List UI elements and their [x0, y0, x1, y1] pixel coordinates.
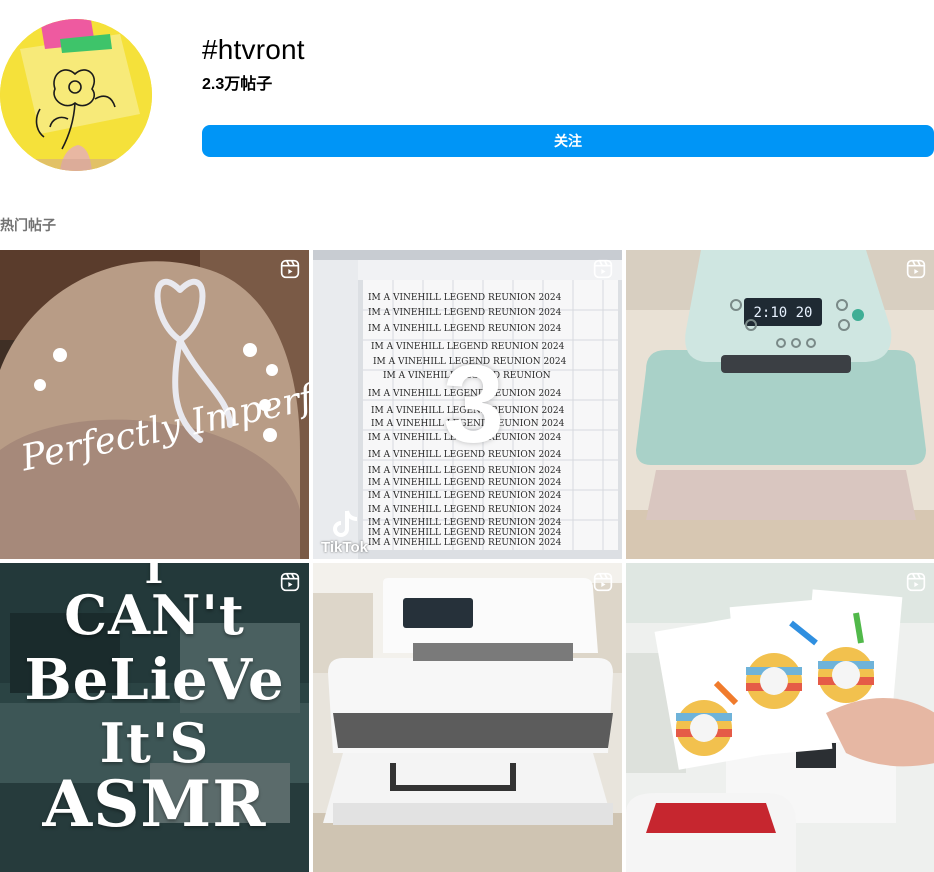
- post-tile[interactable]: [313, 563, 622, 872]
- post-count: 2.3万帖子: [202, 76, 273, 93]
- reel-icon: [280, 572, 300, 592]
- hashtag-avatar: [0, 19, 152, 171]
- post-image-auto-press: [313, 563, 622, 872]
- svg-text:IM A VINEHILL LEGEND REUNION 2: IM A VINEHILL LEGEND REUNION 2024: [368, 491, 562, 501]
- svg-text:IM A VINEHILL LEGEND REUNION 2: IM A VINEHILL LEGEND REUNION 2024: [368, 324, 562, 334]
- reel-icon: [906, 572, 926, 592]
- asmr-line: BeLieVe: [24, 647, 285, 713]
- asmr-line: It'S: [99, 711, 210, 775]
- svg-text:IM A VINEHILL LEGEND REUNION 2: IM A VINEHILL LEGEND REUNION 2024: [368, 308, 562, 318]
- svg-text:IM A VINEHILL LEGEND REUNION 2: IM A VINEHILL LEGEND REUNION 2024: [368, 505, 562, 515]
- svg-text:IM A VINEHILL LEGEND REUNION 2: IM A VINEHILL LEGEND REUNION 2024: [368, 538, 562, 548]
- heat-press-display: 2:10 20: [753, 305, 812, 321]
- countdown-number: 3: [443, 343, 505, 466]
- svg-text:IM A VINEHILL LEGEND REUNION 2: IM A VINEHILL LEGEND REUNION 2024: [368, 528, 562, 538]
- post-image-keychains: [626, 563, 934, 872]
- avatar-image: [0, 19, 152, 171]
- post-image-cap: Perfectly Imperfect: [0, 250, 309, 559]
- tiktok-watermark: TikTok: [321, 539, 368, 556]
- hashtag-title: #htvront: [202, 34, 305, 65]
- tiktok-logo-icon: [333, 510, 358, 537]
- reel-icon: [280, 259, 300, 279]
- post-tile[interactable]: [626, 563, 934, 872]
- svg-text:IM A VINEHILL LEGEND REUNION 2: IM A VINEHILL LEGEND REUNION 2024: [368, 466, 562, 476]
- asmr-line: CAN't: [64, 583, 245, 647]
- follow-button[interactable]: 关注: [202, 125, 934, 157]
- asmr-line: ASMR: [42, 767, 267, 842]
- svg-text:IM A VINEHILL LEGEND REUNION 2: IM A VINEHILL LEGEND REUNION 2024: [368, 293, 562, 303]
- post-image-heat-press: 2:10 20: [626, 250, 934, 559]
- post-tile[interactable]: Perfectly Imperfect: [0, 250, 309, 559]
- post-tile[interactable]: I CAN't BeLieVe It'S ASMR: [0, 563, 309, 872]
- post-tile[interactable]: IM A VINEHILL LEGEND REUNION 2024 IM A V…: [313, 250, 622, 559]
- svg-text:IM A VINEHILL LEGEND REUNION 2: IM A VINEHILL LEGEND REUNION 2024: [368, 518, 562, 528]
- asmr-line: I: [144, 563, 165, 593]
- reel-icon: [906, 259, 926, 279]
- asmr-overlay: I CAN't BeLieVe It'S ASMR: [0, 563, 309, 872]
- reel-icon: [593, 572, 613, 592]
- top-posts-heading: 热门帖子: [0, 217, 56, 233]
- svg-text:IM A VINEHILL LEGEND REUNION 2: IM A VINEHILL LEGEND REUNION 2024: [368, 478, 562, 488]
- reel-icon: [593, 259, 613, 279]
- post-tile[interactable]: 2:10 20: [626, 250, 934, 559]
